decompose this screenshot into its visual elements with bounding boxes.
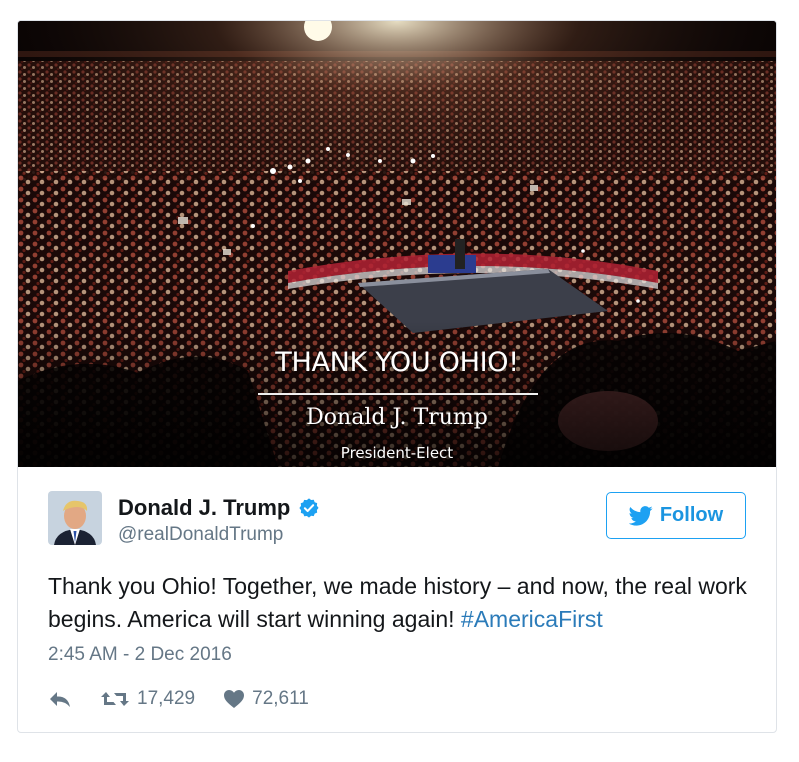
like-button[interactable]: 72,611 — [223, 688, 309, 710]
author-handle[interactable]: @realDonaldTrump — [118, 524, 283, 546]
tweet-text: Thank you Ohio! Together, we made histor… — [48, 570, 768, 636]
embedded-tweet-card: THANK YOU OHIO! Donald J. Trump Presiden… — [17, 20, 777, 733]
tweet-body: Thank you Ohio! Together, we made histor… — [48, 573, 747, 632]
like-count: 72,611 — [252, 688, 309, 709]
retweet-icon — [101, 692, 129, 706]
media-overlay-name: Donald J. Trump — [306, 405, 488, 430]
media-overlay-divider — [258, 393, 538, 395]
media-overlay-role: President-Elect — [340, 444, 454, 462]
hashtag-link[interactable]: #AmericaFirst — [461, 606, 603, 632]
reply-button[interactable] — [48, 689, 72, 709]
avatar[interactable] — [48, 491, 102, 545]
tweet-actions: 17,429 72,611 — [48, 686, 309, 712]
twitter-bird-icon — [628, 505, 653, 526]
profile-photo — [48, 491, 102, 545]
reply-icon — [50, 692, 70, 707]
retweet-button[interactable]: 17,429 — [100, 688, 195, 710]
follow-button-label: Follow — [659, 504, 724, 526]
media-overlay-title: THANK YOU OHIO! — [275, 347, 519, 378]
heart-icon — [224, 690, 245, 708]
verified-badge-icon — [299, 498, 319, 518]
author-name[interactable]: Donald J. Trump — [118, 495, 320, 521]
retweet-count: 17,429 — [137, 688, 196, 709]
tweet-timestamp[interactable]: 2:45 AM - 2 Dec 2016 — [48, 644, 232, 666]
follow-button[interactable]: Follow — [606, 492, 746, 539]
author-name-text: Donald J. Trump — [118, 495, 291, 520]
rally-arena-photo — [18, 21, 776, 467]
tweet-media-image[interactable]: THANK YOU OHIO! Donald J. Trump Presiden… — [18, 21, 776, 467]
